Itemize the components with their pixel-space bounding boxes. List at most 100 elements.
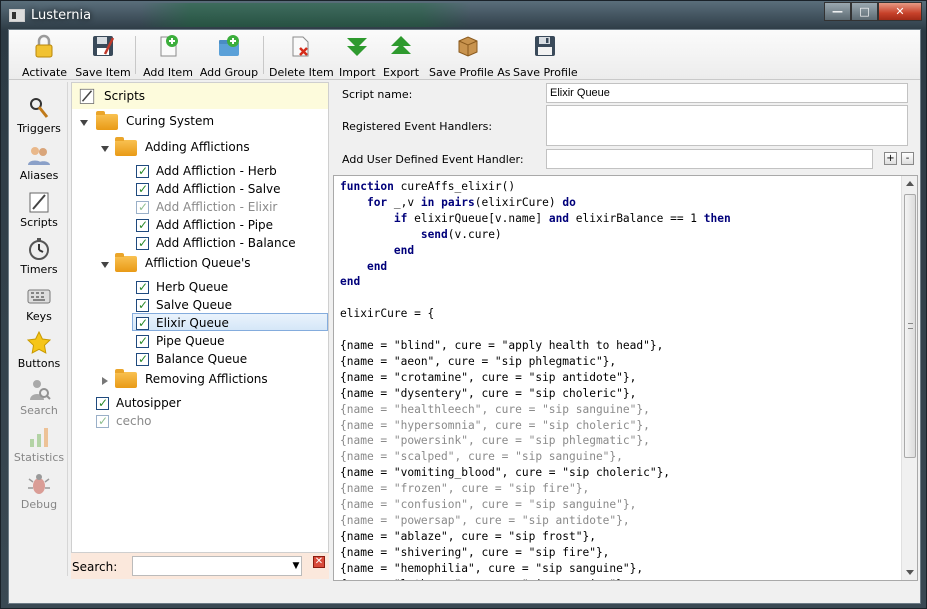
code-line[interactable]: end [340,259,731,275]
chevron-down-icon[interactable] [101,146,109,152]
activate-button[interactable]: Activate [22,34,68,79]
active-checkbox[interactable] [136,314,149,332]
tree-item-balance-queue[interactable]: Balance Queue [136,350,247,368]
code-line[interactable]: {name = "frozen", cure = "sip fire"}, [340,481,731,497]
code-line[interactable]: {name = "lethargy", cure = "sip sanguine… [340,577,731,580]
tree-item-cecho[interactable]: cecho [96,412,152,430]
tree-item-add-affliction-pipe[interactable]: Add Affliction - Pipe [136,216,273,234]
active-checkbox[interactable] [136,234,149,252]
add-handler-button[interactable]: + [884,152,897,165]
sidebar-item-buttons[interactable]: Buttons [10,330,68,377]
code-line[interactable]: {name = "confusion", cure = "sip sanguin… [340,497,731,513]
code-line[interactable]: {name = "crotamine", cure = "sip antidot… [340,370,731,386]
editor-scrollbar[interactable] [901,176,917,580]
import-button[interactable]: Import [339,34,376,79]
inactive-checkbox[interactable] [136,198,149,216]
sidebar-item-aliases[interactable]: Aliases [10,143,68,189]
event-handlers-list[interactable] [546,105,908,146]
tree-item-add-affliction-balance[interactable]: Add Affliction - Balance [136,234,296,252]
script-name-input[interactable] [546,83,908,103]
activate-label: Activate [22,66,68,79]
chevron-right-icon[interactable] [102,377,108,385]
code-content[interactable]: function cureAffs_elixir() for _,v in pa… [340,179,731,580]
active-checkbox[interactable] [136,332,149,350]
save-profile-button[interactable]: Save Profile [513,34,578,79]
sidebar-item-triggers[interactable]: Triggers [10,96,68,142]
tree-item-elixir-queue[interactable]: Elixir Queue [132,313,328,332]
delete-item-button[interactable]: Delete Item [269,34,334,79]
maximize-button[interactable]: □ [851,2,878,21]
active-checkbox[interactable] [136,296,149,314]
remove-handler-button[interactable]: - [901,152,914,165]
tree-item-add-affliction-salve[interactable]: Add Affliction - Salve [136,180,281,198]
sidebar-item-label: Keys [26,310,52,323]
code-line[interactable]: end [340,274,731,290]
add-group-button[interactable]: Add Group [199,34,259,79]
scroll-up-icon[interactable] [906,181,914,186]
active-checkbox[interactable] [136,278,149,296]
sidebar-item-label: Aliases [19,169,59,182]
save-item-button[interactable]: Save Item [75,34,131,79]
chevron-down-icon[interactable]: ▼ [289,558,303,574]
save-profile-as-button[interactable]: Save Profile As [429,34,510,79]
code-line[interactable]: {name = "dysentery", cure = "sip choleri… [340,386,731,402]
code-line[interactable]: {name = "vomiting_blood", cure = "sip ch… [340,465,731,481]
code-line[interactable]: {name = "ablaze", cure = "sip frost"}, [340,529,731,545]
tree-item-pipe-queue[interactable]: Pipe Queue [136,332,225,350]
folder-icon [115,252,137,272]
code-line[interactable]: end [340,243,731,259]
title-bar[interactable]: Lusternia — □ ✕ [1,1,927,29]
search-label: Search: [72,560,118,574]
tree-item-add-affliction-herb[interactable]: Add Affliction - Herb [136,162,277,180]
sidebar-item-debug[interactable]: Debug [10,472,68,518]
code-line[interactable]: send(v.cure) [340,227,731,243]
add-item-button[interactable]: Add Item [143,34,193,79]
code-line[interactable]: {name = "scalped", cure = "sip sanguine"… [340,449,731,465]
active-checkbox[interactable] [136,180,149,198]
sidebar-item-search[interactable]: Search [10,378,68,424]
export-button[interactable]: Export [383,34,419,79]
sidebar-item-scripts[interactable]: Scripts [10,190,68,236]
chevron-down-icon[interactable] [80,120,88,126]
active-checkbox[interactable] [136,216,149,234]
close-button[interactable]: ✕ [878,2,922,21]
sidebar-item-statistics[interactable]: Statistics [10,425,68,471]
code-line[interactable]: {name = "powersink", cure = "sip phlegma… [340,433,731,449]
code-line[interactable]: elixirCure = { [340,306,731,322]
scroll-thumb[interactable] [904,194,916,458]
chevron-down-icon[interactable] [101,262,109,268]
sidebar-item-timers[interactable]: Timers [10,237,68,283]
sidebar-item-keys[interactable]: Keys [10,284,68,330]
inactive-checkbox[interactable] [96,412,109,430]
code-line[interactable]: function cureAffs_elixir() [340,179,731,195]
code-line[interactable]: {name = "hypersomnia", cure = "sip chole… [340,418,731,434]
code-line[interactable]: {name = "hemophilia", cure = "sip sangui… [340,561,731,577]
clear-search-icon[interactable]: ✕ [313,556,325,568]
code-line[interactable]: {name = "powersap", cure = "sip antidote… [340,513,731,529]
tree-item-autosipper[interactable]: Autosipper [96,394,181,412]
minimize-button[interactable]: — [824,2,851,21]
sidebar-item-label: Debug [20,498,58,511]
tree-header[interactable]: Scripts [72,83,328,109]
tree-item-salve-queue[interactable]: Salve Queue [136,296,232,314]
code-line[interactable] [340,322,731,338]
code-line[interactable]: {name = "aeon", cure = "sip phlegmatic"}… [340,354,731,370]
code-line[interactable]: {name = "shivering", cure = "sip fire"}, [340,545,731,561]
scripts-icon [27,190,51,214]
search-input[interactable] [132,556,302,576]
tree-item-herb-queue[interactable]: Herb Queue [136,278,228,296]
active-checkbox[interactable] [96,394,109,412]
active-checkbox[interactable] [136,350,149,368]
code-line[interactable] [340,290,731,306]
tree-item-add-affliction-elixir[interactable]: Add Affliction - Elixir [136,198,277,216]
add-handler-input[interactable] [546,149,873,169]
script-tree[interactable]: Scripts Curing System Adding Afflictions… [71,82,329,553]
code-line[interactable]: {name = "blind", cure = "apply health to… [340,338,731,354]
code-line[interactable]: if elixirQueue[v.name] and elixirBalance… [340,211,731,227]
code-line[interactable]: {name = "healthleech", cure = "sip sangu… [340,402,731,418]
code-editor[interactable]: function cureAffs_elixir() for _,v in pa… [333,175,918,581]
import-label: Import [339,66,376,79]
active-checkbox[interactable] [136,162,149,180]
scroll-down-icon[interactable] [906,570,914,575]
code-line[interactable]: for _,v in pairs(elixirCure) do [340,195,731,211]
